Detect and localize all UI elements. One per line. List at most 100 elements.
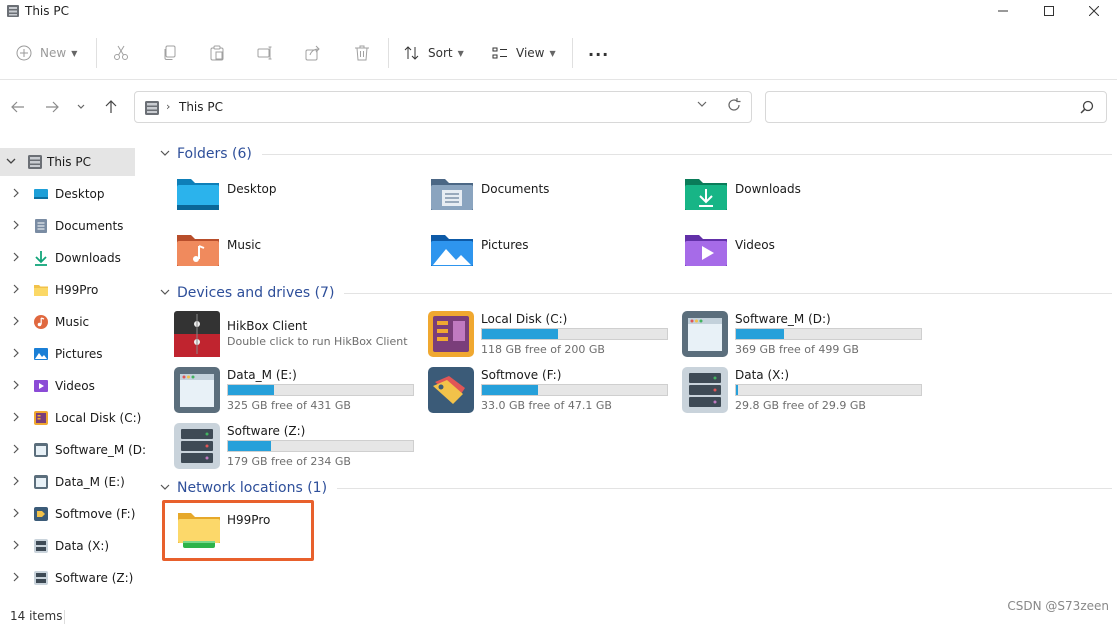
sidebar-item-software-z[interactable]: Software (Z:)	[0, 564, 135, 592]
window-drive-icon	[173, 366, 221, 414]
search-input[interactable]	[774, 98, 1074, 116]
share-icon	[305, 45, 320, 61]
drive-usage-fill	[228, 441, 271, 451]
chevron-right-icon[interactable]	[12, 252, 22, 265]
section-header-folders[interactable]: Folders (6)	[160, 144, 1112, 164]
chevron-down-icon[interactable]	[6, 157, 16, 168]
chevron-right-icon[interactable]	[12, 540, 22, 553]
drive-softmove-f[interactable]: Softmove (F:) 33.0 GB free of 47.1 GB	[427, 366, 677, 418]
command-bar: New ▼ Sort ▼ View ▼ ...	[0, 24, 1117, 80]
share-button[interactable]	[305, 38, 321, 68]
folder-music[interactable]: Music	[176, 232, 416, 276]
search-icon[interactable]	[1080, 100, 1094, 117]
more-options-button[interactable]: ...	[588, 35, 609, 65]
videos-icon	[33, 378, 49, 394]
up-button[interactable]	[100, 96, 122, 118]
sidebar-item-local-disk-c[interactable]: Local Disk (C:)	[0, 404, 141, 432]
chevron-down-icon: ▼	[71, 48, 78, 58]
sidebar-item-software-m-d[interactable]: Software_M (D:	[0, 436, 146, 464]
section-header-network-locations[interactable]: Network locations (1)	[160, 478, 1112, 498]
folder-label: Music	[227, 238, 262, 252]
sidebar-item-data-m-e[interactable]: Data_M (E:)	[0, 468, 135, 496]
delete-button[interactable]	[354, 38, 370, 68]
local-disk-icon	[427, 310, 475, 358]
chevron-right-icon[interactable]	[12, 316, 22, 329]
chevron-right-icon[interactable]	[12, 380, 22, 393]
drive-free-space: 325 GB free of 431 GB	[227, 399, 351, 412]
chevron-right-icon[interactable]	[12, 220, 22, 233]
rename-icon	[257, 46, 272, 60]
section-title: Devices and drives (7)	[177, 285, 335, 301]
drive-hikbox-client[interactable]: HikBox Client Double click to run HikBox…	[173, 310, 423, 362]
documents-icon	[33, 218, 49, 234]
sidebar-item-videos[interactable]: Videos	[0, 372, 135, 400]
sidebar-item-softmove-f[interactable]: Softmove (F:)	[0, 500, 135, 528]
folder-label: Documents	[481, 182, 550, 196]
folder-videos[interactable]: Videos	[684, 232, 924, 276]
paste-button[interactable]	[209, 38, 225, 68]
copy-button[interactable]	[162, 38, 178, 68]
chevron-right-icon[interactable]	[12, 348, 22, 361]
chevron-right-icon[interactable]	[12, 188, 22, 201]
section-header-devices-and-drives[interactable]: Devices and drives (7)	[160, 283, 1112, 303]
folder-downloads[interactable]: Downloads	[684, 176, 924, 220]
folder-desktop[interactable]: Desktop	[176, 176, 416, 220]
folder-documents[interactable]: Documents	[430, 176, 670, 220]
view-button[interactable]: View ▼	[492, 38, 556, 68]
folder-label: Desktop	[227, 182, 277, 196]
sort-button[interactable]: Sort ▼	[404, 38, 464, 68]
new-button[interactable]: New ▼	[16, 38, 77, 68]
sidebar-item-h99pro[interactable]: H99Pro	[0, 276, 135, 304]
chevron-right-icon[interactable]	[12, 444, 22, 457]
recent-locations-button[interactable]	[72, 96, 90, 118]
local-disk-icon	[33, 410, 49, 426]
drive-data-m-e[interactable]: Data_M (E:) 325 GB free of 431 GB	[173, 366, 423, 418]
address-bar[interactable]: › This PC	[134, 91, 752, 123]
arrow-right-icon	[46, 101, 59, 113]
music-icon	[33, 314, 49, 330]
folder-icon	[33, 282, 49, 298]
address-history-dropdown[interactable]	[697, 100, 707, 111]
sidebar-item-desktop[interactable]: Desktop	[0, 180, 135, 208]
drive-local-disk-c[interactable]: Local Disk (C:) 118 GB free of 200 GB	[427, 310, 677, 362]
this-pc-icon	[27, 154, 43, 170]
search-box[interactable]	[765, 91, 1107, 123]
chevron-right-icon[interactable]	[12, 508, 22, 521]
chevron-right-icon[interactable]	[12, 476, 22, 489]
chevron-down-icon	[160, 288, 174, 299]
chevron-right-icon[interactable]	[12, 284, 22, 297]
drive-free-space: 118 GB free of 200 GB	[481, 343, 605, 356]
drive-data-x[interactable]: Data (X:) 29.8 GB free of 29.9 GB	[681, 366, 931, 418]
sidebar-item-documents[interactable]: Documents	[0, 212, 135, 240]
drive-usage-bar	[481, 384, 668, 396]
sidebar-item-data-x[interactable]: Data (X:)	[0, 532, 135, 560]
chevron-down-icon	[697, 101, 707, 107]
chevron-down-icon: ▼	[457, 48, 464, 58]
refresh-button[interactable]	[727, 98, 741, 116]
this-pc-icon	[144, 100, 160, 119]
sidebar-item-music[interactable]: Music	[0, 308, 135, 336]
folder-pictures[interactable]: Pictures	[430, 232, 670, 276]
chevron-down-icon	[160, 149, 174, 160]
network-location-h99pro[interactable]: H99Pro	[162, 500, 314, 561]
status-bar: 14 items CSDN @S73zeen	[0, 599, 1117, 627]
maximize-button[interactable]	[1026, 0, 1072, 22]
back-button[interactable]	[7, 96, 29, 118]
sidebar-item-this-pc[interactable]: This PC	[0, 148, 135, 176]
rename-button[interactable]	[257, 38, 273, 68]
drive-usage-bar	[735, 384, 922, 396]
forward-button[interactable]	[41, 96, 63, 118]
sidebar-item-pictures[interactable]: Pictures	[0, 340, 135, 368]
drive-software-z[interactable]: Software (Z:) 179 GB free of 234 GB	[173, 422, 423, 474]
chevron-right-icon[interactable]	[12, 412, 22, 425]
close-button[interactable]	[1071, 0, 1117, 22]
drive-software-m-d[interactable]: Software_M (D:) 369 GB free of 499 GB	[681, 310, 931, 362]
breadcrumb-this-pc[interactable]: This PC	[179, 100, 223, 114]
this-pc-icon	[6, 4, 20, 21]
more-icon: ...	[588, 40, 610, 60]
sidebar-item-downloads[interactable]: Downloads	[0, 244, 135, 272]
sidebar-item-label: Pictures	[55, 347, 103, 361]
chevron-right-icon[interactable]	[12, 572, 22, 585]
cut-button[interactable]	[113, 38, 129, 68]
minimize-button[interactable]	[980, 0, 1026, 22]
